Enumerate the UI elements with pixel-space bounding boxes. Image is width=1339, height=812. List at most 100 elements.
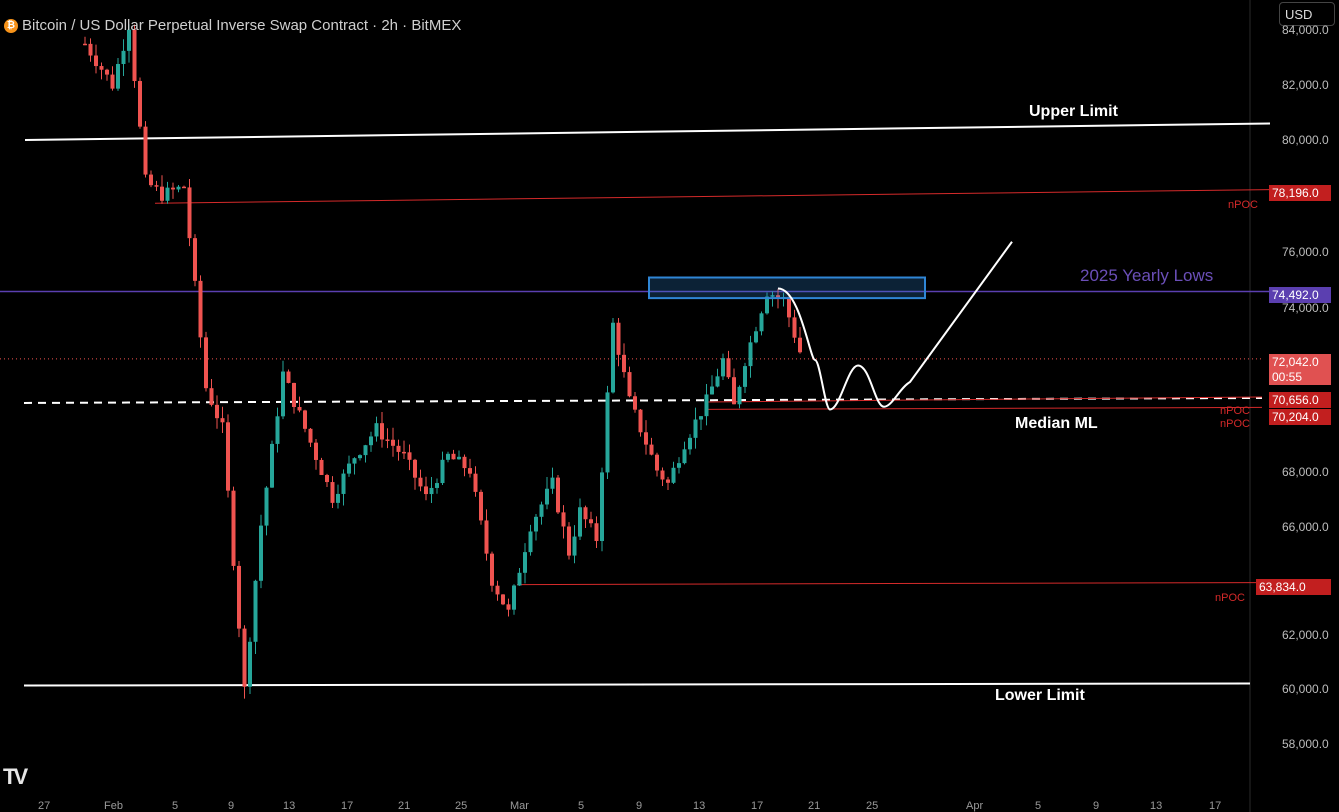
- candle-body: [446, 453, 450, 460]
- candle-body: [633, 396, 637, 410]
- candle-body: [490, 553, 494, 586]
- candle-body: [242, 628, 247, 687]
- upper-limit-label: Upper Limit: [1029, 103, 1118, 120]
- candle-body: [611, 322, 615, 393]
- x-tick-label: Mar: [510, 800, 529, 812]
- candle-body: [325, 474, 329, 483]
- candle-body: [704, 394, 709, 417]
- price-chart[interactable]: [0, 0, 1339, 812]
- candle-body: [187, 187, 192, 239]
- x-tick-label: 27: [38, 800, 51, 812]
- candle-body: [182, 186, 186, 189]
- candle-body: [259, 525, 263, 581]
- candle-body: [534, 516, 538, 532]
- npoc-line: [704, 406, 1263, 410]
- candle-body: [435, 483, 439, 488]
- median-ml-label: Median ML: [1015, 415, 1098, 432]
- candle-body: [605, 392, 610, 473]
- candle-body: [561, 512, 566, 527]
- candle-body: [418, 477, 423, 487]
- x-tick-label: 9: [1093, 800, 1100, 812]
- candle-body: [347, 463, 351, 474]
- candle-body: [457, 456, 461, 460]
- candle-body: [352, 458, 357, 464]
- candle-body: [110, 74, 115, 89]
- candle-body: [501, 594, 505, 605]
- candle-body: [193, 238, 197, 281]
- tradingview-logo-icon[interactable]: TV: [3, 764, 28, 790]
- candle-body: [440, 459, 445, 484]
- y-tick-label: 68,000.0: [1282, 465, 1329, 479]
- resistance-box: [648, 276, 926, 300]
- lower-limit-line: [23, 682, 1251, 687]
- y-tick-label: 80,000.0: [1282, 133, 1329, 147]
- candle-body: [644, 432, 648, 445]
- candle-body: [787, 297, 791, 318]
- candle-body: [237, 565, 241, 629]
- candle-body: [253, 580, 258, 642]
- candle-body: [710, 386, 714, 395]
- price-tag-npoc-70656: 70,656.0: [1269, 392, 1331, 408]
- x-tick-label: 13: [283, 800, 296, 812]
- candle-body: [402, 451, 406, 454]
- candle-body: [385, 439, 390, 441]
- y-tick-label: 60,000.0: [1282, 682, 1329, 696]
- candle-body: [517, 572, 522, 586]
- candle-body: [506, 604, 511, 610]
- candle-body: [176, 186, 181, 190]
- candle-body: [226, 422, 230, 491]
- candle-body: [479, 491, 483, 521]
- upper-limit-line: [24, 122, 1271, 141]
- candle-body: [336, 493, 340, 503]
- npoc-label: nPOC: [1215, 592, 1245, 604]
- candle-body: [583, 507, 588, 520]
- y-tick-label: 58,000.0: [1282, 737, 1329, 751]
- candle-body: [413, 459, 417, 478]
- lower-limit-label: Lower Limit: [995, 687, 1085, 704]
- candle-body: [105, 69, 109, 75]
- candle-body: [429, 487, 434, 495]
- candle-body: [594, 523, 599, 542]
- candle-body: [204, 337, 208, 389]
- candle-body: [671, 467, 676, 483]
- candle-body: [358, 455, 362, 459]
- candle-body: [319, 459, 324, 475]
- x-tick-label: 21: [808, 800, 821, 812]
- price-tag-npoc-70204: 70,204.0: [1269, 409, 1331, 425]
- candle-body: [759, 313, 764, 332]
- candle-body: [627, 372, 632, 397]
- x-tick-label: Feb: [104, 800, 123, 812]
- candle-body: [589, 519, 593, 524]
- candle-body: [578, 507, 582, 537]
- x-tick-label: 5: [578, 800, 585, 812]
- symbol-title[interactable]: Bitcoin / US Dollar Perpetual Inverse Sw…: [22, 17, 461, 34]
- candle-body: [473, 473, 478, 492]
- candle-body: [88, 43, 93, 56]
- candle-body: [220, 418, 225, 423]
- candle-body: [528, 531, 533, 553]
- candle-body: [215, 404, 219, 419]
- candle-body: [545, 488, 549, 505]
- candle-body: [462, 456, 467, 469]
- projection-path: [777, 241, 1013, 411]
- candle-body: [572, 536, 577, 556]
- y-tick-label: 82,000.0: [1282, 78, 1329, 92]
- y-tick-label: 76,000.0: [1282, 245, 1329, 259]
- candle-body: [270, 443, 274, 488]
- candle-body: [484, 520, 489, 554]
- candle-body: [715, 376, 720, 387]
- candle-body: [495, 585, 500, 595]
- x-tick-label: 5: [1035, 800, 1042, 812]
- candle-body: [363, 445, 368, 456]
- candle-body: [209, 388, 214, 405]
- npoc-line: [154, 189, 1271, 204]
- candle-body: [121, 50, 126, 65]
- candle-body: [468, 468, 472, 474]
- x-tick-label: 25: [866, 800, 879, 812]
- x-tick-label: 13: [1150, 800, 1163, 812]
- candle-body: [666, 479, 670, 483]
- candle-body: [600, 472, 604, 542]
- candle-body: [154, 185, 159, 187]
- candle-body: [638, 409, 643, 433]
- npoc-line: [704, 396, 1263, 403]
